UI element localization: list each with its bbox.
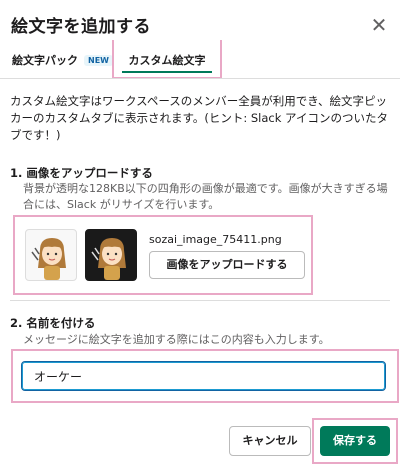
uploaded-filename: sozai_image_75411.png <box>149 233 282 246</box>
tab-emoji-pack-label: 絵文字パック <box>12 54 78 67</box>
description-text: カスタム絵文字はワークスペースのメンバー全員が利用でき、絵文字ピッカーのカスタム… <box>10 94 388 142</box>
tab-custom-emoji-label: カスタム絵文字 <box>128 54 206 67</box>
emoji-preview-dark <box>85 229 137 281</box>
upload-image-button[interactable]: 画像をアップロードする <box>149 251 305 279</box>
cancel-button[interactable]: キャンセル <box>229 426 311 456</box>
name-section-hint: メッセージに絵文字を追加する際にはこの内容も入力します。 <box>23 333 330 346</box>
name-input-area <box>11 349 399 403</box>
tab-emoji-pack[interactable]: 絵文字パック NEW <box>12 52 113 68</box>
emoji-preview-light <box>25 229 77 281</box>
close-icon[interactable]: ✕ <box>368 14 390 36</box>
tab-custom-emoji[interactable]: カスタム絵文字 <box>112 40 222 79</box>
upload-section-title: 1. 画像をアップロードする <box>10 166 153 180</box>
character-image-icon <box>31 238 66 280</box>
active-tab-indicator <box>122 71 212 73</box>
section-divider <box>10 300 390 301</box>
save-button-highlight: 保存する <box>312 418 398 464</box>
character-image-dark-icon <box>91 238 126 280</box>
tab-bar: 絵文字パック NEW カスタム絵文字 <box>0 40 400 80</box>
tabs-divider <box>0 78 400 79</box>
add-emoji-dialog: 絵文字を追加する ✕ 絵文字パック NEW カスタム絵文字 カスタム絵文字はワーク… <box>0 0 400 471</box>
dialog-title: 絵文字を追加する <box>11 17 151 37</box>
upload-preview-area: sozai_image_75411.png 画像をアップロードする <box>13 215 313 295</box>
name-section-title: 2. 名前を付ける <box>10 316 96 330</box>
emoji-name-input[interactable] <box>21 361 386 391</box>
save-button[interactable]: 保存する <box>320 426 390 456</box>
new-badge: NEW <box>84 55 113 66</box>
upload-section-hint: 背景が透明な128KB以下の四角形の画像が最適です。画像が大きすぎる場合には、S… <box>23 182 388 211</box>
